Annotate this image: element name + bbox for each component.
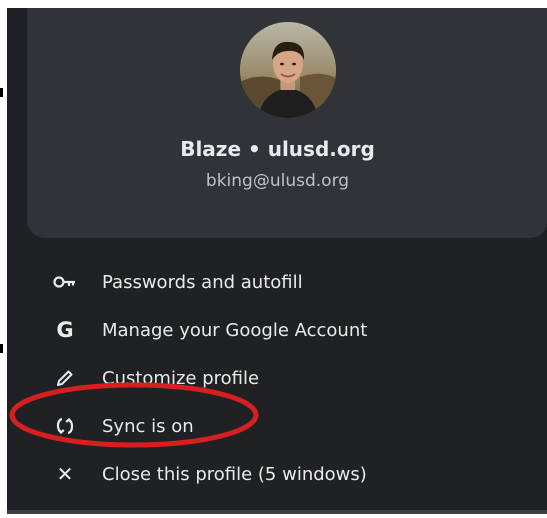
key-icon — [53, 270, 77, 294]
menu-item-label: Manage your Google Account — [102, 319, 368, 341]
menu-item-customize-profile[interactable]: Customize profile — [7, 354, 547, 402]
edge-mark — [0, 88, 3, 97]
menu-item-label: Close this profile (5 windows) — [102, 463, 367, 485]
avatar[interactable] — [240, 22, 336, 118]
edge-mark — [0, 344, 3, 353]
profile-menu: Blaze • ulusd.org bking@ulusd.org Passwo… — [7, 8, 547, 514]
menu-item-label: Passwords and autofill — [102, 271, 303, 293]
menu-item-sync[interactable]: Sync is on — [7, 402, 547, 450]
menu-item-close-profile[interactable]: ✕ Close this profile (5 windows) — [7, 450, 547, 498]
close-icon: ✕ — [56, 462, 74, 486]
profile-email: bking@ulusd.org — [205, 171, 350, 191]
profile-name: Blaze • ulusd.org — [180, 137, 375, 161]
google-g-icon: G — [56, 318, 74, 342]
menu-item-label: Sync is on — [102, 415, 194, 437]
menu-item-label: Customize profile — [102, 367, 260, 389]
menu-item-google-account[interactable]: G Manage your Google Account — [7, 306, 547, 354]
menu-item-passwords[interactable]: Passwords and autofill — [7, 258, 547, 306]
pencil-icon — [53, 366, 77, 390]
sync-icon — [53, 414, 77, 438]
